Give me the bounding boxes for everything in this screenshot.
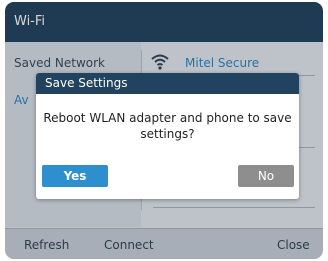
- no-button[interactable]: No: [238, 165, 294, 187]
- dialog-message: Reboot WLAN adapter and phone to save se…: [43, 111, 292, 141]
- save-settings-dialog: Save Settings Reboot WLAN adapter and ph…: [36, 73, 299, 199]
- dialog-header: Save Settings: [36, 73, 299, 94]
- dialog-title: Save Settings: [45, 76, 128, 90]
- yes-button[interactable]: Yes: [42, 165, 108, 187]
